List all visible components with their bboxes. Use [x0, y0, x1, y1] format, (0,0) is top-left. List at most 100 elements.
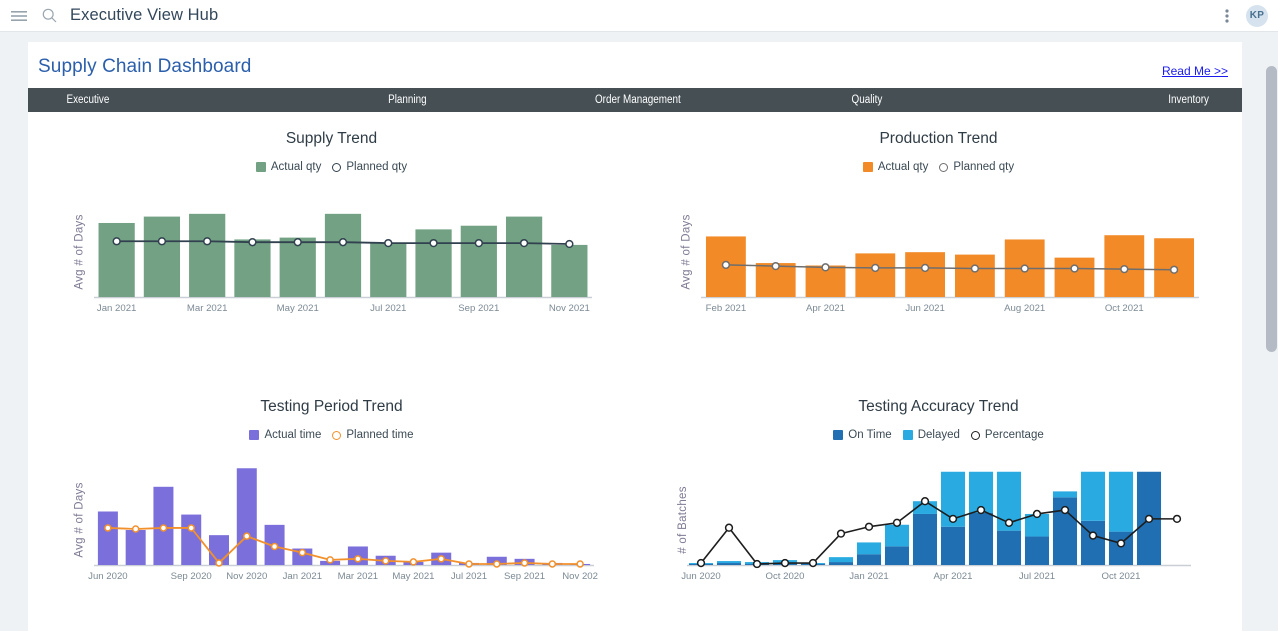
- bar-actual-time[interactable]: [125, 530, 146, 565]
- bar-actual-qty[interactable]: [324, 213, 361, 297]
- bar-on-time[interactable]: [1024, 536, 1049, 565]
- data-point-marker[interactable]: [409, 558, 417, 566]
- bar-actual-qty[interactable]: [233, 239, 271, 297]
- data-point-marker[interactable]: [920, 497, 929, 506]
- chart-svg-testing-period-trend[interactable]: Jun 2020 Sep 2020 Nov 2020 Jan 2021 Mar 2021…: [52, 455, 612, 585]
- nav-item-planning[interactable]: Planning: [388, 94, 426, 106]
- vertical-scrollbar-thumb[interactable]: [1266, 66, 1277, 352]
- hamburger-menu-icon[interactable]: [8, 5, 30, 27]
- data-point-marker[interactable]: [353, 555, 362, 563]
- bar-on-time[interactable]: [716, 563, 741, 565]
- data-point-marker[interactable]: [111, 237, 121, 246]
- data-point-marker[interactable]: [696, 558, 705, 568]
- bar-actual-time[interactable]: [97, 511, 118, 565]
- bar-on-time[interactable]: [856, 554, 881, 565]
- bar-actual-qty[interactable]: [904, 252, 945, 297]
- data-point-marker[interactable]: [325, 556, 334, 564]
- data-point-marker[interactable]: [808, 558, 817, 568]
- data-point-marker[interactable]: [575, 560, 584, 568]
- data-point-marker[interactable]: [103, 524, 112, 532]
- data-point-marker[interactable]: [247, 238, 257, 247]
- data-point-marker[interactable]: [920, 263, 929, 273]
- data-point-marker[interactable]: [520, 559, 528, 567]
- data-point-marker[interactable]: [214, 559, 223, 567]
- bar-actual-qty[interactable]: [143, 216, 180, 297]
- data-point-marker[interactable]: [1172, 514, 1181, 524]
- data-point-marker[interactable]: [492, 560, 501, 568]
- data-point-marker[interactable]: [157, 237, 166, 246]
- vertical-scrollbar-track[interactable]: [1264, 64, 1278, 631]
- bar-delayed[interactable]: [1052, 491, 1077, 498]
- data-point-marker[interactable]: [771, 261, 780, 271]
- data-point-marker[interactable]: [464, 560, 473, 568]
- legend-item-actual-time[interactable]: Actual time: [249, 429, 321, 441]
- data-point-marker[interactable]: [976, 505, 985, 515]
- chart-svg-supply-trend[interactable]: Jan 2021 Mar 2021 May 2021 Jul 2021 Sep 2021…: [52, 187, 612, 317]
- data-point-marker[interactable]: [1032, 509, 1041, 519]
- data-point-marker[interactable]: [242, 532, 251, 540]
- nav-item-inventory[interactable]: Inventory: [1168, 94, 1209, 106]
- data-point-marker[interactable]: [870, 263, 879, 273]
- data-point-marker[interactable]: [1088, 531, 1097, 540]
- data-point-marker[interactable]: [948, 514, 957, 524]
- data-point-marker[interactable]: [564, 239, 574, 249]
- bar-actual-qty[interactable]: [854, 253, 895, 297]
- legend-item-percentage[interactable]: Percentage: [970, 429, 1044, 441]
- bar-actual-qty[interactable]: [954, 254, 995, 297]
- data-point-marker[interactable]: [1116, 539, 1125, 548]
- data-point-marker[interactable]: [519, 238, 528, 248]
- bar-on-time[interactable]: [968, 512, 993, 565]
- legend-item-planned-time[interactable]: Planned time: [332, 429, 414, 441]
- bar-on-time[interactable]: [828, 562, 853, 565]
- bar-delayed[interactable]: [828, 557, 853, 563]
- data-point-marker[interactable]: [202, 237, 211, 246]
- data-point-marker[interactable]: [836, 529, 845, 538]
- data-point-marker[interactable]: [338, 238, 347, 247]
- data-point-marker[interactable]: [1069, 264, 1079, 273]
- kebab-menu-icon[interactable]: [1216, 5, 1238, 27]
- data-point-marker[interactable]: [864, 522, 873, 531]
- legend-item-actual-qty[interactable]: Actual qty: [255, 161, 321, 173]
- nav-item-executive[interactable]: Executive: [66, 94, 109, 106]
- data-point-marker[interactable]: [724, 523, 733, 532]
- bar-actual-qty[interactable]: [550, 244, 587, 297]
- data-point-marker[interactable]: [752, 559, 761, 569]
- legend-item-delayed[interactable]: Delayed: [902, 429, 960, 441]
- legend-item-planned-qty[interactable]: Planned qty: [939, 161, 1014, 173]
- data-point-marker[interactable]: [383, 238, 392, 248]
- data-point-marker[interactable]: [159, 524, 167, 532]
- data-point-marker[interactable]: [548, 560, 556, 568]
- bar-actual-qty[interactable]: [188, 213, 225, 297]
- chart-svg-testing-accuracy-trend[interactable]: Jun 2020 Oct 2020 Jan 2021 Apr 2021 Jul 2021…: [659, 455, 1219, 585]
- data-point-marker[interactable]: [1144, 514, 1153, 524]
- data-point-marker[interactable]: [186, 524, 195, 532]
- bar-delayed[interactable]: [884, 524, 909, 547]
- data-point-marker[interactable]: [721, 260, 730, 270]
- data-point-marker[interactable]: [436, 555, 445, 563]
- legend-item-planned-qty[interactable]: Planned qty: [332, 161, 407, 173]
- bar-on-time[interactable]: [884, 546, 909, 565]
- data-point-marker[interactable]: [428, 238, 438, 248]
- bar-actual-qty[interactable]: [1054, 257, 1094, 297]
- data-point-marker[interactable]: [293, 238, 302, 247]
- legend-item-actual-qty[interactable]: Actual qty: [862, 161, 928, 173]
- data-point-marker[interactable]: [270, 542, 278, 551]
- legend-item-on-time[interactable]: On Time: [833, 429, 892, 441]
- user-avatar[interactable]: KP: [1246, 4, 1268, 27]
- search-icon[interactable]: [38, 5, 60, 27]
- data-point-marker[interactable]: [131, 525, 139, 533]
- bar-delayed[interactable]: [716, 561, 741, 564]
- chart-svg-production-trend[interactable]: Feb 2021 Apr 2021 Jun 2021 Aug 2021 Oct 2021: [659, 187, 1219, 317]
- data-point-marker[interactable]: [892, 518, 901, 527]
- data-point-marker[interactable]: [1060, 505, 1069, 515]
- data-point-marker[interactable]: [474, 238, 483, 248]
- bar-actual-time[interactable]: [180, 514, 201, 565]
- bar-actual-qty[interactable]: [460, 225, 497, 297]
- data-point-marker[interactable]: [1169, 265, 1178, 274]
- data-point-marker[interactable]: [1020, 264, 1029, 273]
- data-point-marker[interactable]: [381, 557, 389, 565]
- bar-actual-qty[interactable]: [98, 222, 135, 297]
- bar-on-time[interactable]: [912, 513, 937, 565]
- bar-actual-qty[interactable]: [279, 237, 316, 297]
- data-point-marker[interactable]: [298, 548, 306, 557]
